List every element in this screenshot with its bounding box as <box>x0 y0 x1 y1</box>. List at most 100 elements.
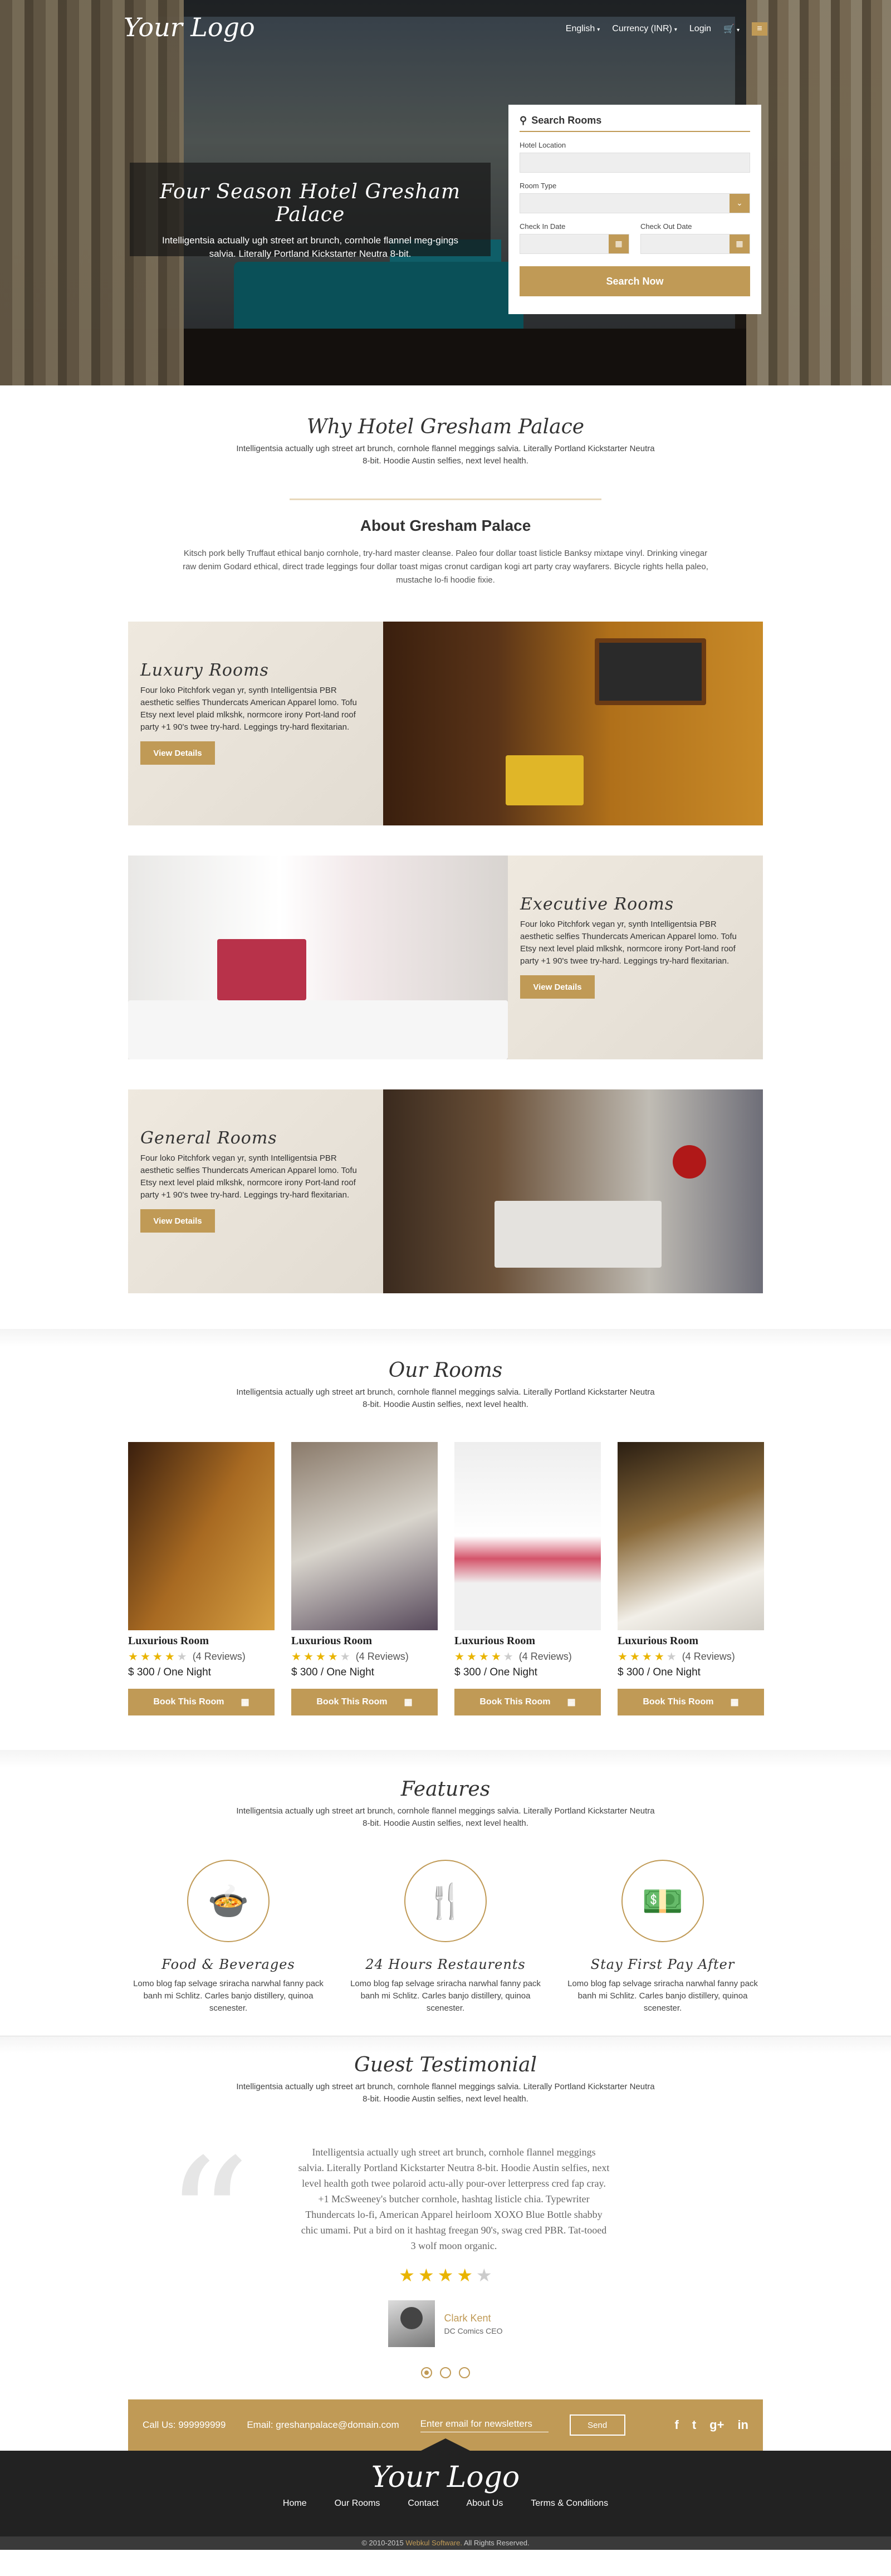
rating-stars: ★ ★ ★ ★ ★ (4 Reviews) <box>291 1650 438 1663</box>
room-price: $ 300 / One Night <box>291 1666 374 1678</box>
about-title: About Gresham Palace <box>360 517 531 534</box>
testimonial-intro: Intelligentsia actually ugh street art b… <box>236 2082 655 2104</box>
caret-down-icon: ▾ <box>597 27 600 33</box>
view-details-button[interactable]: View Details <box>140 741 215 765</box>
room-image[interactable] <box>291 1442 438 1630</box>
our-rooms-section: Our Rooms Intelligentsia actually ugh st… <box>0 1347 891 1715</box>
about-text: Kitsch pork belly Truffaut ethical banjo… <box>183 549 708 585</box>
copyright-brand-link[interactable]: Webkul Software. <box>405 2539 462 2547</box>
footer-link-about[interactable]: About Us <box>467 2499 503 2509</box>
search-title-text: Search Rooms <box>531 115 602 126</box>
room-card: Luxurious Room ★ ★ ★ ★ ★ (4 Reviews) $ 300 / … <box>454 1442 601 1715</box>
search-icon: ⚲ <box>520 115 527 126</box>
facebook-icon[interactable]: f <box>674 2418 678 2432</box>
features-title: Features <box>400 1778 491 1801</box>
general-room-image <box>383 1089 763 1293</box>
calendar-icon: ▦ <box>730 1698 739 1707</box>
book-label: Book This Room <box>153 1697 224 1707</box>
feature-text: Lomo blog fap selvage sriracha narwhal f… <box>350 1979 541 2013</box>
star-icon: ★ <box>618 1650 628 1663</box>
author-info: Clark Kent DC Comics CEO <box>444 2313 502 2335</box>
feature-text: Lomo blog fap selvage sriracha narwhal f… <box>133 1979 324 2013</box>
room-image[interactable] <box>454 1442 601 1630</box>
carousel-dot-active[interactable] <box>421 2367 432 2378</box>
checkout-label: Check Out Date <box>640 222 692 231</box>
caret-down-icon: ▾ <box>736 27 740 33</box>
footer-link-home[interactable]: Home <box>283 2499 307 2509</box>
twitter-icon[interactable]: t <box>692 2418 696 2432</box>
footer-link-terms[interactable]: Terms & Conditions <box>531 2499 608 2509</box>
star-icon: ★ <box>152 1650 163 1663</box>
review-count[interactable]: (4 Reviews) <box>193 1651 246 1663</box>
star-icon: ★ <box>642 1650 652 1663</box>
luxury-rooms-info: Luxury Rooms Four loko Pitchfork vegan y… <box>128 622 383 825</box>
cart-button[interactable]: 🛒 ▾ <box>723 23 740 35</box>
calendar-icon[interactable]: ▦ <box>609 234 629 253</box>
search-now-button[interactable]: Search Now <box>520 266 750 296</box>
room-type-text: Four loko Pitchfork vegan yr, synth Inte… <box>520 920 737 966</box>
room-image[interactable] <box>618 1442 764 1630</box>
review-count[interactable]: (4 Reviews) <box>356 1651 409 1663</box>
star-icon: ★ <box>478 1650 489 1663</box>
book-room-button[interactable]: Book This Room ▦ <box>618 1689 764 1715</box>
room-cards: Luxurious Room ★ ★ ★ ★ ★ (4 Reviews) $ 300 / … <box>128 1442 764 1715</box>
room-card: Luxurious Room ★ ★ ★ ★ ★ (4 Reviews) $ 300 / … <box>618 1442 764 1715</box>
calendar-icon[interactable]: ▦ <box>730 234 750 253</box>
review-count[interactable]: (4 Reviews) <box>519 1651 572 1663</box>
carousel-dot[interactable] <box>459 2367 470 2378</box>
book-room-button[interactable]: Book This Room ▦ <box>454 1689 601 1715</box>
hotel-location-label: Hotel Location <box>520 141 566 149</box>
room-name: Luxurious Room <box>618 1635 699 1647</box>
copyright-text: All Rights Reserved. <box>463 2539 530 2547</box>
language-selector[interactable]: English ▾ <box>566 24 600 34</box>
view-details-button[interactable]: View Details <box>140 1209 215 1233</box>
room-type-text: Four loko Pitchfork vegan yr, synth Inte… <box>140 686 357 732</box>
caret-down-icon: ▾ <box>674 27 677 33</box>
footer: Your Logo Home Our Rooms Contact About U… <box>0 2438 891 2536</box>
feature-item: 🍴 24 Hours Restaurents Lomo blog fap sel… <box>345 1860 546 2015</box>
email-text[interactable]: Email: greshanpalace@domain.com <box>247 2419 399 2431</box>
checkout-date-input[interactable]: ▦ <box>640 234 750 254</box>
footer-logo[interactable]: Your Logo <box>0 2451 891 2494</box>
top-navigation: Your Logo English ▾ Currency (INR) ▾ Login… <box>0 0 891 61</box>
rating-stars: ★ ★ ★ ★ ★ (4 Reviews) <box>454 1650 601 1663</box>
checkout-group: Check Out Date ▦ <box>640 213 750 254</box>
testimonial-title: Guest Testimonial <box>354 2054 537 2076</box>
linkedin-icon[interactable]: in <box>737 2418 748 2432</box>
login-link[interactable]: Login <box>689 24 711 34</box>
google-plus-icon[interactable]: g+ <box>709 2418 724 2432</box>
send-button[interactable]: Send <box>569 2414 625 2436</box>
footer-notch <box>421 2438 470 2451</box>
currency-selector[interactable]: Currency (INR) ▾ <box>612 24 677 34</box>
room-name: Luxurious Room <box>454 1635 536 1647</box>
room-type-text: Four loko Pitchfork vegan yr, synth Inte… <box>140 1153 357 1200</box>
feature-title: Stay First Pay After <box>590 1957 735 1972</box>
room-type-select[interactable]: ⌄ <box>520 193 750 213</box>
room-name: Luxurious Room <box>291 1635 373 1647</box>
author-name: Clark Kent <box>444 2312 491 2324</box>
luxury-rooms-block: Luxury Rooms Four loko Pitchfork vegan y… <box>128 622 763 825</box>
star-empty-icon: ★ <box>340 1650 350 1663</box>
section-separator <box>0 2036 891 2054</box>
footer-link-contact[interactable]: Contact <box>408 2499 438 2509</box>
general-rooms-info: General Rooms Four loko Pitchfork vegan … <box>128 1089 383 1293</box>
quote-mark-icon: “ <box>165 2123 251 2318</box>
room-type-title: General Rooms <box>140 1128 277 1148</box>
footer-link-our-rooms[interactable]: Our Rooms <box>335 2499 380 2509</box>
star-icon: ★ <box>466 1650 477 1663</box>
hamburger-menu-icon[interactable]: ≡ <box>752 22 767 36</box>
checkin-date-input[interactable]: ▦ <box>520 234 629 254</box>
cart-icon: 🛒 <box>723 25 735 34</box>
book-room-button[interactable]: Book This Room ▦ <box>291 1689 438 1715</box>
copyright: © 2010-2015 Webkul Software. All Rights … <box>0 2536 891 2550</box>
carousel-dot[interactable] <box>440 2367 451 2378</box>
book-room-button[interactable]: Book This Room ▦ <box>128 1689 275 1715</box>
hero-caption: Four Season Hotel Gresham Palace Intelli… <box>130 163 491 259</box>
executive-room-image <box>128 856 508 1059</box>
room-image[interactable] <box>128 1442 275 1630</box>
review-count[interactable]: (4 Reviews) <box>682 1651 735 1663</box>
view-details-button[interactable]: View Details <box>520 975 595 999</box>
hotel-location-input[interactable] <box>520 153 750 173</box>
newsletter-input[interactable]: Enter email for newsletters <box>420 2418 549 2432</box>
logo[interactable]: Your Logo <box>124 12 255 42</box>
